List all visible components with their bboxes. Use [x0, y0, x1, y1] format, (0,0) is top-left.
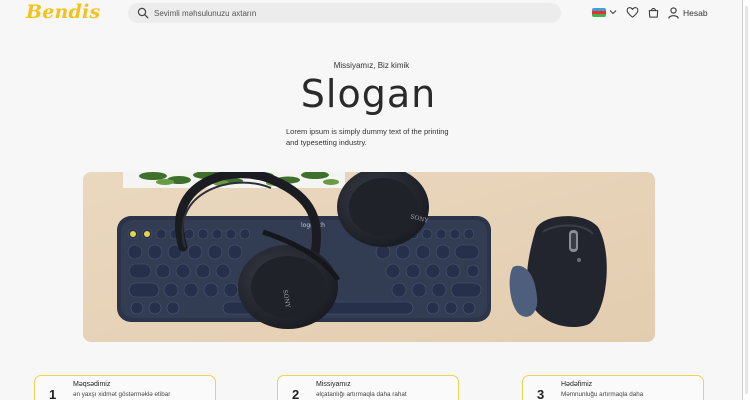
card-title: Məqsədimiz	[73, 381, 111, 388]
mission-card: 2 Missiyamız əlçatanlığı artırmaqla daha…	[277, 375, 459, 400]
scrollbar-thumb[interactable]	[745, 6, 748, 394]
card-text: ən yaxşı xidmət göstərməklə etibar	[73, 391, 171, 398]
card-text: Məmnunluğu artırmaqla daha	[561, 391, 644, 398]
account-button[interactable]: Hesab	[668, 6, 708, 19]
hero-product-image: logitech SONY SONY	[83, 172, 655, 342]
card-number: 2	[292, 387, 300, 400]
search-input[interactable]	[154, 5, 549, 21]
chevron-down-icon[interactable]	[609, 9, 617, 15]
card-title: Missiyamız	[316, 381, 351, 388]
target-card: 3 Hədəfimiz Məmnunluğu artırmaqla daha	[522, 375, 704, 400]
page: Bendis Hesab	[0, 0, 743, 400]
search-icon[interactable]	[137, 7, 149, 19]
account-label: Hesab	[683, 7, 708, 18]
shopping-bag-icon[interactable]	[647, 6, 660, 19]
top-header: Bendis Hesab	[0, 0, 743, 28]
hero-title: Slogan	[300, 72, 437, 116]
card-number: 1	[49, 387, 57, 400]
brand-logo[interactable]: Bendis	[26, 1, 100, 23]
goal-card: 1 Məqsədimiz ən yaxşı xidmət göstərməklə…	[34, 375, 216, 400]
card-title: Hədəfimiz	[561, 381, 593, 388]
hero-eyebrow: Missiyamız, Biz kimik	[333, 61, 410, 70]
azerbaijan-flag-icon[interactable]	[592, 8, 606, 17]
search-bar[interactable]	[128, 3, 561, 23]
hero-description: Lorem ipsum is simply dummy text of the …	[286, 127, 449, 147]
user-icon	[668, 6, 679, 19]
card-number: 3	[537, 387, 545, 400]
heart-icon[interactable]	[626, 6, 639, 19]
card-text: əlçatanlığı artırmaqla daha rahat	[316, 391, 407, 398]
